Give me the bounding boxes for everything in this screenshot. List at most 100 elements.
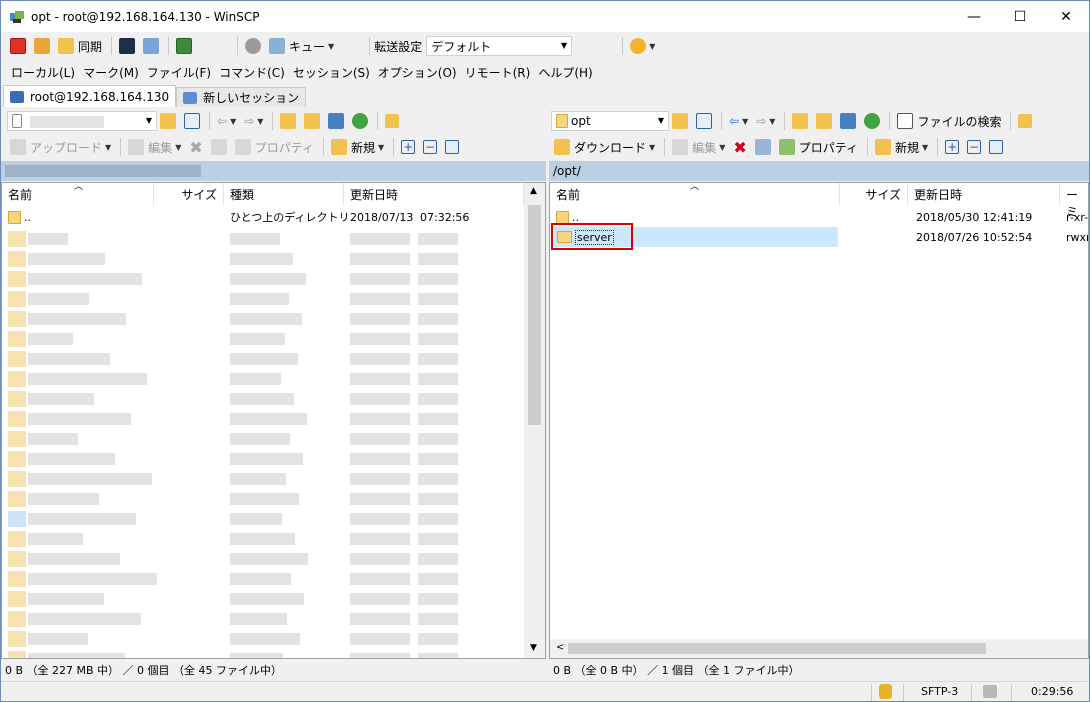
right-horizontal-scrollbar[interactable]: < xyxy=(550,639,1088,658)
right-filter-button[interactable] xyxy=(693,110,715,132)
table-row[interactable] xyxy=(2,589,524,609)
col-header-name[interactable]: 名前 ︿ xyxy=(2,183,154,205)
right-path-combo[interactable]: opt ▼ xyxy=(551,111,669,131)
right-open-dir-button[interactable] xyxy=(669,110,691,132)
menu-item[interactable]: オプション(O) xyxy=(374,64,461,81)
left-home-button[interactable] xyxy=(325,110,347,132)
left-rename-button[interactable] xyxy=(208,136,230,158)
left-filter-button[interactable] xyxy=(181,110,203,132)
menu-item[interactable]: ヘルプ(H) xyxy=(534,64,596,81)
left-refresh-button[interactable] xyxy=(349,110,371,132)
putty-button[interactable] xyxy=(140,35,162,57)
menu-item[interactable]: ファイル(F) xyxy=(143,64,215,81)
left-root-dir-button[interactable] xyxy=(301,110,323,132)
table-row[interactable] xyxy=(2,529,524,549)
right-parent-dir-button[interactable] xyxy=(789,110,811,132)
table-row[interactable] xyxy=(2,469,524,489)
table-row[interactable] xyxy=(2,249,524,269)
table-row[interactable] xyxy=(2,489,524,509)
right-refresh-button[interactable] xyxy=(861,110,883,132)
left-path-combo[interactable]: ▼ xyxy=(7,111,157,131)
console-button[interactable] xyxy=(116,35,138,57)
col-header-name[interactable]: 名前 ︿ xyxy=(550,183,840,205)
table-row[interactable] xyxy=(2,549,524,569)
col-header-size[interactable]: サイズ xyxy=(154,183,224,205)
left-new-button[interactable]: 新規 ▼ xyxy=(328,136,387,158)
table-row[interactable] xyxy=(2,509,524,529)
tab-session-active[interactable]: root@192.168.164.130 xyxy=(3,85,177,107)
queue-button[interactable]: キュー ▼ xyxy=(266,35,337,57)
table-row[interactable] xyxy=(2,349,524,369)
left-back-button[interactable]: ⇦ ▼ xyxy=(214,110,239,132)
maximize-button[interactable]: ☐ xyxy=(997,1,1043,32)
table-row[interactable] xyxy=(2,449,524,469)
menu-item[interactable]: リモート(R) xyxy=(461,64,535,81)
table-row[interactable] xyxy=(2,289,524,309)
right-properties-button[interactable]: プロパティ xyxy=(776,136,861,158)
col-header-size[interactable]: サイズ xyxy=(840,183,908,205)
scroll-thumb[interactable] xyxy=(528,205,541,425)
left-properties-button[interactable]: プロパティ xyxy=(232,136,317,158)
left-file-list[interactable]: 名前 ︿ サイズ 種類 更新日時 .. ひとつ上のディレクトリ 2018/07/1… xyxy=(1,182,546,659)
close-button[interactable]: ✕ xyxy=(1043,1,1089,32)
left-parent-dir-button[interactable] xyxy=(277,110,299,132)
right-delete-button[interactable]: ✖ xyxy=(730,136,749,158)
table-row[interactable] xyxy=(2,389,524,409)
scroll-thumb[interactable] xyxy=(568,643,986,654)
right-tree-button[interactable] xyxy=(1015,110,1035,132)
menu-item[interactable]: セッション(S) xyxy=(289,64,374,81)
table-row[interactable] xyxy=(2,229,524,249)
left-filter2-button[interactable] xyxy=(442,136,462,158)
preferences-button[interactable] xyxy=(242,35,264,57)
tab-new-session[interactable]: 新しいセッション xyxy=(176,87,307,107)
list-item-parent[interactable]: .. ひとつ上のディレクトリ 2018/07/13 07:32:56 xyxy=(2,207,524,227)
right-file-list[interactable]: 名前︿ サイズ 更新日時 パーミ .. 2018/05/30 12:41:19 … xyxy=(549,182,1089,659)
left-tree-button[interactable] xyxy=(382,110,402,132)
menu-item[interactable]: ローカル(L) xyxy=(7,64,79,81)
left-open-dir-button[interactable] xyxy=(157,110,179,132)
col-header-modified[interactable]: 更新日時 xyxy=(908,183,1060,205)
right-select-plus-button[interactable]: + xyxy=(942,136,962,158)
compare-dirs-button[interactable] xyxy=(7,35,29,57)
menu-item[interactable]: マーク(M) xyxy=(79,64,143,81)
menu-item[interactable]: コマンド(C) xyxy=(215,64,289,81)
left-vertical-scrollbar[interactable]: ▲ ▼ xyxy=(524,183,545,658)
left-select-minus-button[interactable]: − xyxy=(420,136,440,158)
table-row[interactable] xyxy=(2,609,524,629)
right-edit-button[interactable]: 編集 ▼ xyxy=(669,136,728,158)
table-row[interactable] xyxy=(2,309,524,329)
table-row[interactable] xyxy=(2,569,524,589)
left-forward-button[interactable]: ⇨ ▼ xyxy=(241,110,266,132)
find-files-button[interactable]: ファイルの検索 xyxy=(894,110,1004,132)
download-button[interactable]: ダウンロード ▼ xyxy=(551,136,658,158)
table-row[interactable] xyxy=(2,629,524,649)
right-home-button[interactable] xyxy=(837,110,859,132)
col-header-modified[interactable]: 更新日時 xyxy=(344,183,524,205)
right-select-minus-button[interactable]: − xyxy=(964,136,984,158)
site-manager-button[interactable]: ▼ xyxy=(627,35,658,57)
right-forward-button[interactable]: ⇨ ▼ xyxy=(753,110,778,132)
table-row[interactable] xyxy=(2,369,524,389)
left-delete-button[interactable]: ✖ xyxy=(186,136,205,158)
right-back-button[interactable]: ⇦ ▼ xyxy=(726,110,751,132)
table-row[interactable] xyxy=(2,269,524,289)
left-select-plus-button[interactable]: + xyxy=(398,136,418,158)
minimize-button[interactable]: — xyxy=(951,1,997,32)
transfer-settings-select[interactable]: デフォルト ▼ xyxy=(426,36,573,56)
sync-button[interactable]: 同期 xyxy=(55,35,105,57)
left-edit-button[interactable]: 編集 ▼ xyxy=(125,136,184,158)
right-filter2-button[interactable] xyxy=(986,136,1006,158)
right-root-dir-button[interactable] xyxy=(813,110,835,132)
table-row[interactable] xyxy=(2,429,524,449)
right-new-button[interactable]: 新規 ▼ xyxy=(872,136,931,158)
right-rename-button[interactable] xyxy=(752,136,774,158)
sync-dirs-button[interactable] xyxy=(173,35,195,57)
table-row[interactable] xyxy=(2,409,524,429)
table-row[interactable] xyxy=(2,649,524,658)
col-header-permissions[interactable]: パーミ xyxy=(1060,183,1088,219)
upload-button[interactable]: アップロード ▼ xyxy=(7,136,114,158)
table-row[interactable] xyxy=(2,329,524,349)
col-header-type[interactable]: 種類 xyxy=(224,183,344,205)
list-item-server[interactable]: server 2018/07/26 10:52:54 rwxr xyxy=(550,223,1088,250)
sync-browse-button[interactable] xyxy=(31,35,53,57)
